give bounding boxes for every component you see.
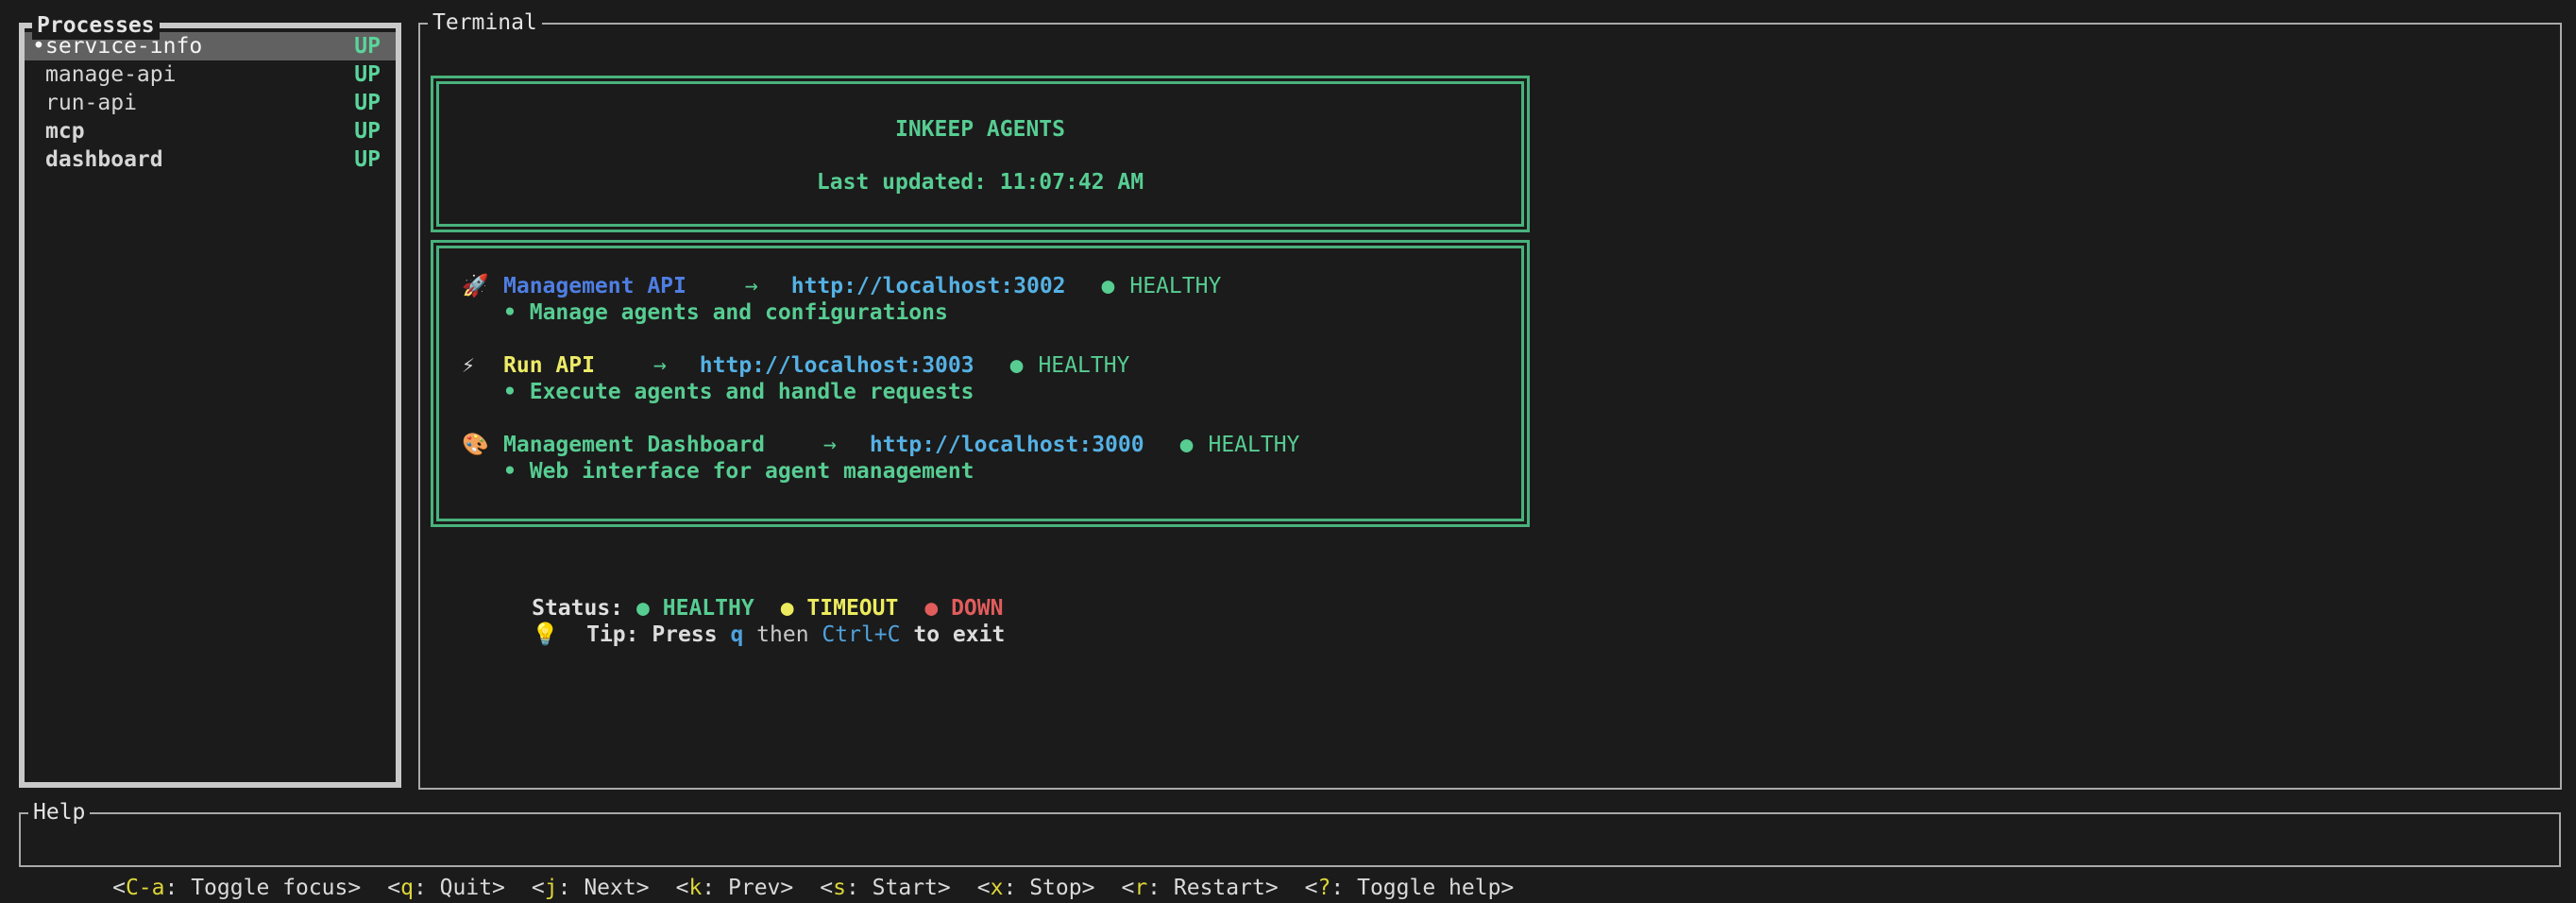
lightning-icon: ⚡ [462,352,503,379]
shortcut-prev: <k: Prev> [676,876,794,900]
bullet-icon: • [503,459,517,484]
services-box: 🚀Management API → http://localhost:3002 ● HE… [431,240,1530,527]
selected-marker [32,89,45,117]
shortcut-next: <j: Next> [532,876,650,900]
service-health-status: HEALTHY [1038,353,1129,378]
service-description: Manage agents and configurations [530,300,948,325]
process-status-badge: UP [354,117,381,145]
shortcut-key: x [991,876,1004,900]
service-description: Web interface for agent management [530,459,974,484]
health-dot-icon: ● [1180,433,1194,457]
last-updated-text: Last updated: 11:07:42 AM [439,169,1521,196]
agents-header-box: INKEEP AGENTS Last updated: 11:07:42 AM [431,76,1530,232]
process-row-manage-api[interactable]: manage-api UP [25,60,396,89]
service-url: http://localhost:3003 [700,353,974,378]
service-url: http://localhost:3002 [791,274,1066,298]
help-panel-title: Help [28,798,90,826]
shortcut-key: C-a [126,876,165,900]
service-management-dashboard: 🎨Management Dashboard → http://localhost:3… [462,432,1512,485]
process-row-dashboard[interactable]: dashboard UP [25,145,396,174]
bullet-icon: • [503,380,517,404]
arrow-icon: → [745,274,758,298]
selected-marker [32,117,45,145]
shortcut-restart: <r: Restart> [1121,876,1278,900]
agents-title: INKEEP AGENTS [439,116,1521,143]
service-health-status: HEALTHY [1208,433,1299,457]
shortcut-key: r [1134,876,1147,900]
process-name: manage-api [45,62,176,87]
app-screen: Processes •service-info UP manage-api UP… [0,0,2576,903]
terminal-panel[interactable]: Terminal INKEEP AGENTS Last updated: 11:… [418,23,2562,790]
service-management-api: 🚀Management API → http://localhost:3002 ● HE… [462,273,1512,326]
arrow-icon: → [653,353,667,378]
process-status-badge: UP [354,89,381,117]
bullet-icon: • [503,300,517,325]
health-dot-icon: ● [1102,274,1115,298]
shortcut-key: q [400,876,414,900]
process-name: dashboard [45,147,163,172]
service-run-api: ⚡Run API → http://localhost:3003 ● HEALTHY •… [462,352,1512,405]
service-name: Management API [503,274,686,298]
shortcut-key: k [688,876,702,900]
lightbulb-icon: 💡 [532,622,586,648]
process-status-badge: UP [354,32,381,60]
shortcut-key: j [545,876,558,900]
terminal-panel-title: Terminal [428,9,542,37]
service-description: Execute agents and handle requests [530,380,974,404]
shortcut-start: <s: Start> [820,876,951,900]
palette-icon: 🎨 [462,432,503,458]
tip-line: 💡Tip: Press q then Ctrl+C to exit [453,595,1005,674]
service-health-status: HEALTHY [1129,274,1221,298]
help-shortcuts: <C-a: Toggle focus> <q: Quit> <j: Next> <k:… [21,814,2559,903]
tip-key-ctrl-c: Ctrl+C [822,622,900,647]
selected-marker [32,60,45,89]
service-name: Management Dashboard [503,433,765,457]
health-dot-icon: ● [1010,353,1024,378]
process-row-mcp[interactable]: mcp UP [25,117,396,145]
arrow-icon: → [823,433,837,457]
help-panel: Help <C-a: Toggle focus><q: Quit><j: Nex… [19,812,2561,867]
rocket-icon: 🚀 [462,273,503,299]
process-name: run-api [45,91,137,115]
tip-key-q: q [730,622,743,647]
shortcut-stop: <x: Stop> [977,876,1095,900]
process-name: mcp [45,119,85,144]
service-name: Run API [503,353,595,378]
shortcut-toggle-focus: <C-a: Toggle focus> [112,876,361,900]
processes-panel-title: Processes [32,11,160,40]
processes-panel[interactable]: Processes •service-info UP manage-api UP… [19,23,401,788]
process-row-run-api[interactable]: run-api UP [25,89,396,117]
selected-marker [32,145,45,174]
process-status-badge: UP [354,145,381,174]
shortcut-key: s [833,876,846,900]
process-status-badge: UP [354,60,381,89]
shortcut-quit: <q: Quit> [387,876,505,900]
service-url: http://localhost:3000 [870,433,1144,457]
process-list: •service-info UP manage-api UP run-api U… [25,28,396,174]
shortcut-toggle-help: <?: Toggle help> [1305,876,1515,900]
shortcut-key: ? [1318,876,1331,900]
